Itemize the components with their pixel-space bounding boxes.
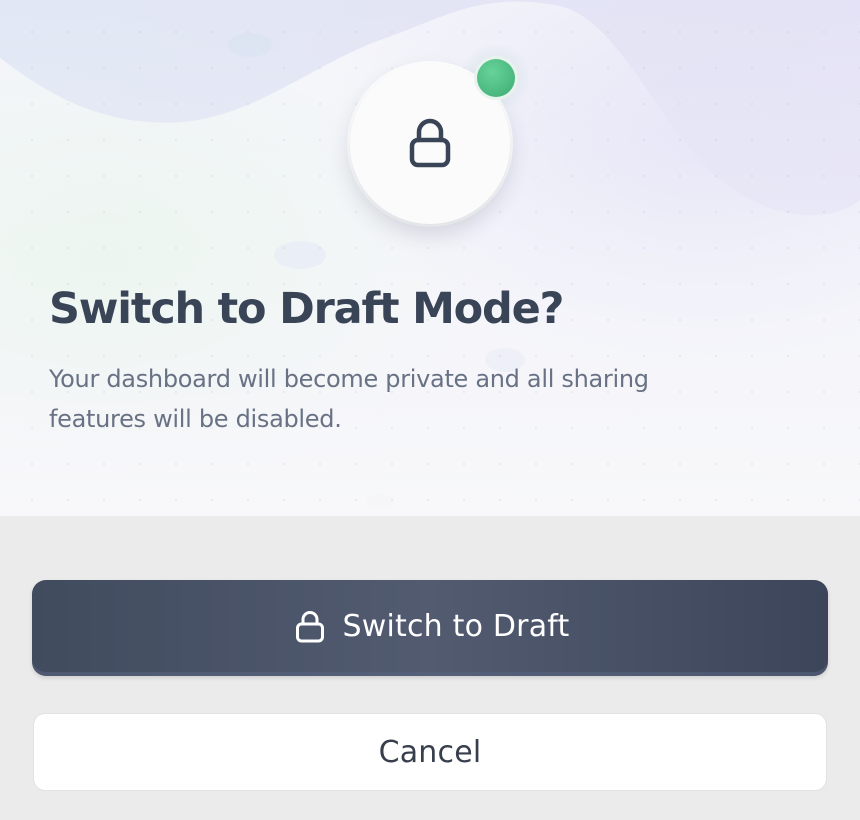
lock-icon bbox=[409, 118, 451, 168]
button-content: Switch to Draft bbox=[32, 580, 828, 672]
cancel-label: Cancel bbox=[378, 734, 482, 770]
status-indicator-dot bbox=[477, 59, 515, 97]
draft-mode-dialog: Switch to Draft Mode? Your dashboard wil… bbox=[0, 0, 860, 820]
switch-to-draft-button[interactable]: Switch to Draft bbox=[32, 580, 828, 676]
lock-icon bbox=[295, 611, 324, 643]
switch-to-draft-label: Switch to Draft bbox=[342, 608, 570, 644]
dialog-description: Your dashboard will become private and a… bbox=[49, 365, 649, 433]
dialog-hero: Switch to Draft Mode? Your dashboard wil… bbox=[0, 0, 860, 516]
dialog-title: Switch to Draft Mode? bbox=[49, 284, 564, 334]
cancel-button[interactable]: Cancel bbox=[33, 713, 827, 791]
dialog-actions: Switch to Draft Cancel bbox=[0, 516, 860, 820]
